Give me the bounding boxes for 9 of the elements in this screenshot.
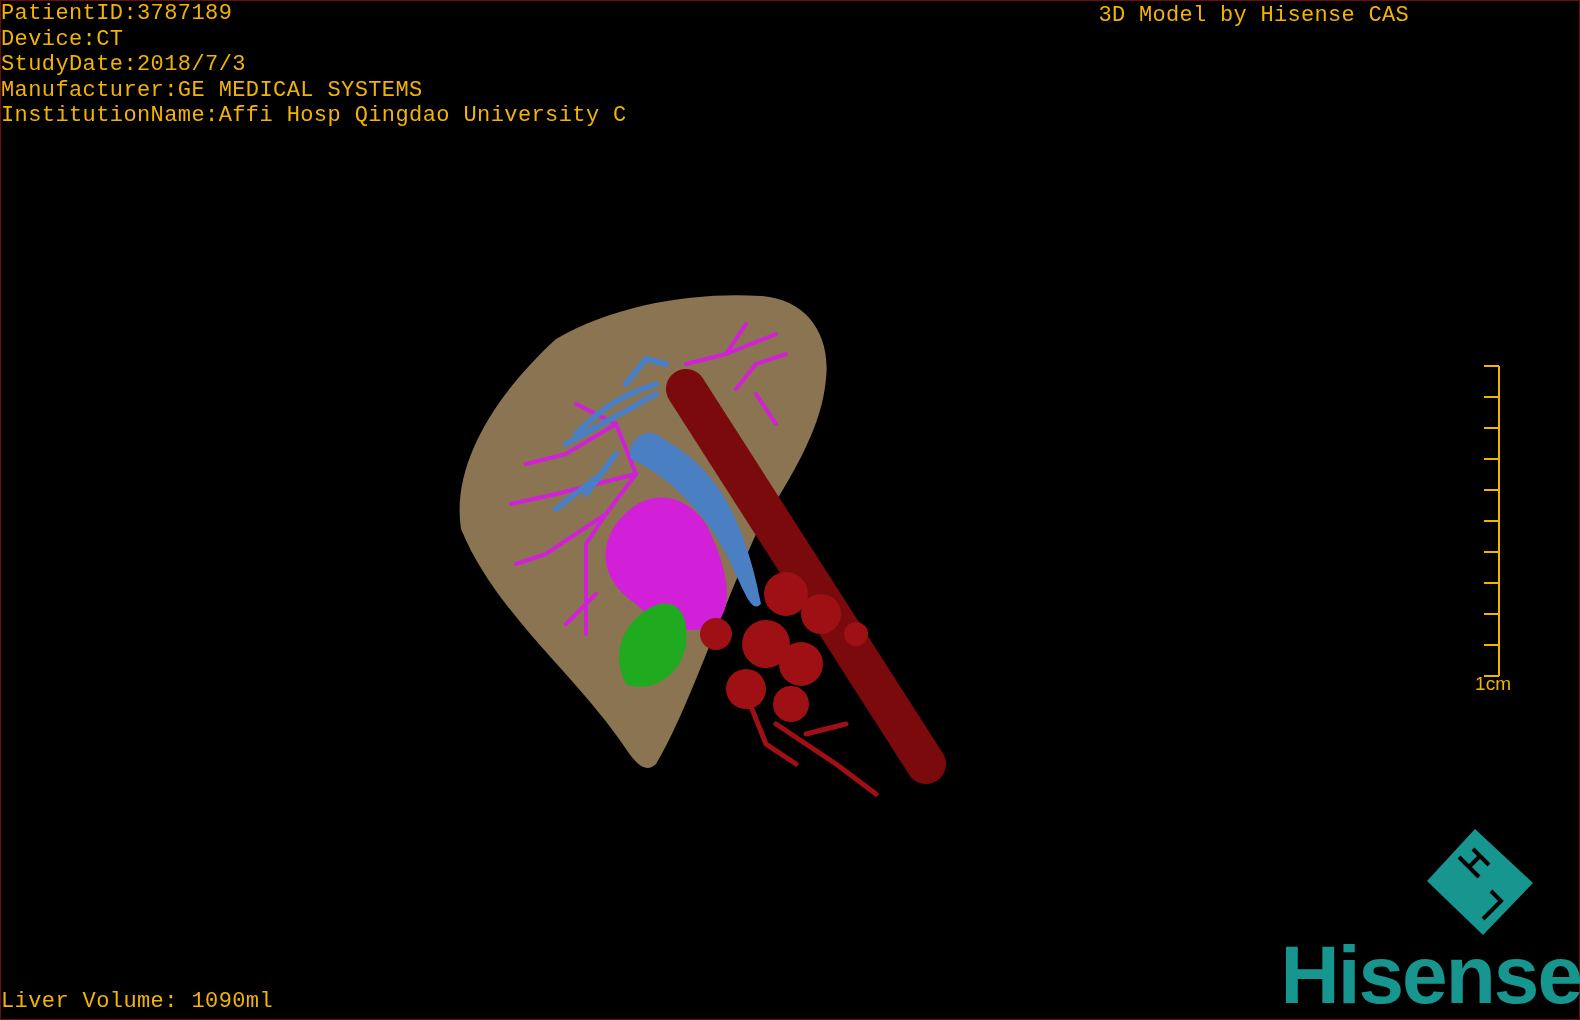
patient-info-line: Manufacturer:GE MEDICAL SYSTEMS	[1, 77, 424, 103]
liver-volume-text: Liver Volume: 1090ml	[1, 989, 274, 1015]
patient-info-line: InstitutionName:Affi Hosp Qingdao University C	[1, 103, 627, 129]
patient-info-line: StudyDate:2018/7/3	[1, 52, 247, 78]
viewer-title: 3D Model by Hisense CAS	[1098, 2, 1409, 30]
patient-info-line: Device:CT	[1, 26, 125, 52]
scale-label: 1cm	[1475, 673, 1511, 694]
patient-info-line: PatientID:3787189	[1, 1, 234, 27]
logo-icon	[1425, 827, 1535, 937]
